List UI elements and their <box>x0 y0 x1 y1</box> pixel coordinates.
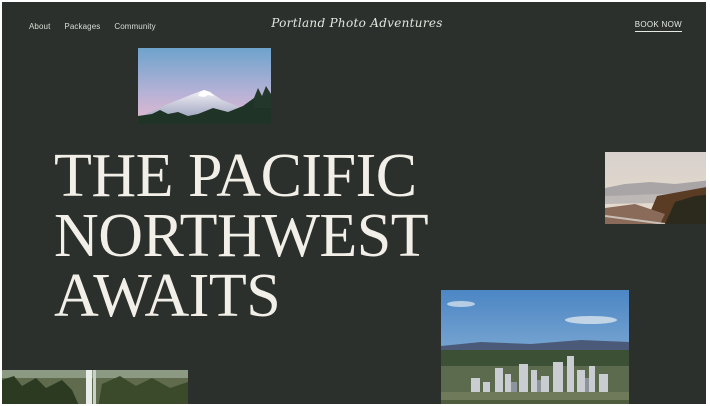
hero-line-1: THE PACIFIC <box>54 142 417 210</box>
page-frame: About Packages Community Portland Photo … <box>2 2 706 404</box>
book-now-button[interactable]: BOOK NOW <box>634 20 682 32</box>
hero-line-3: AWAITS <box>54 262 281 330</box>
hero-heading: THE PACIFIC NORTHWEST AWAITS <box>54 142 429 330</box>
site-logo[interactable]: Portland Photo Adventures <box>2 16 706 30</box>
hero-line-2: NORTHWEST <box>54 202 429 270</box>
forest-waterfall-photo <box>2 370 188 404</box>
portland-city-photo <box>441 290 629 404</box>
river-gorge-photo <box>605 152 706 224</box>
mount-hood-photo <box>138 48 271 124</box>
